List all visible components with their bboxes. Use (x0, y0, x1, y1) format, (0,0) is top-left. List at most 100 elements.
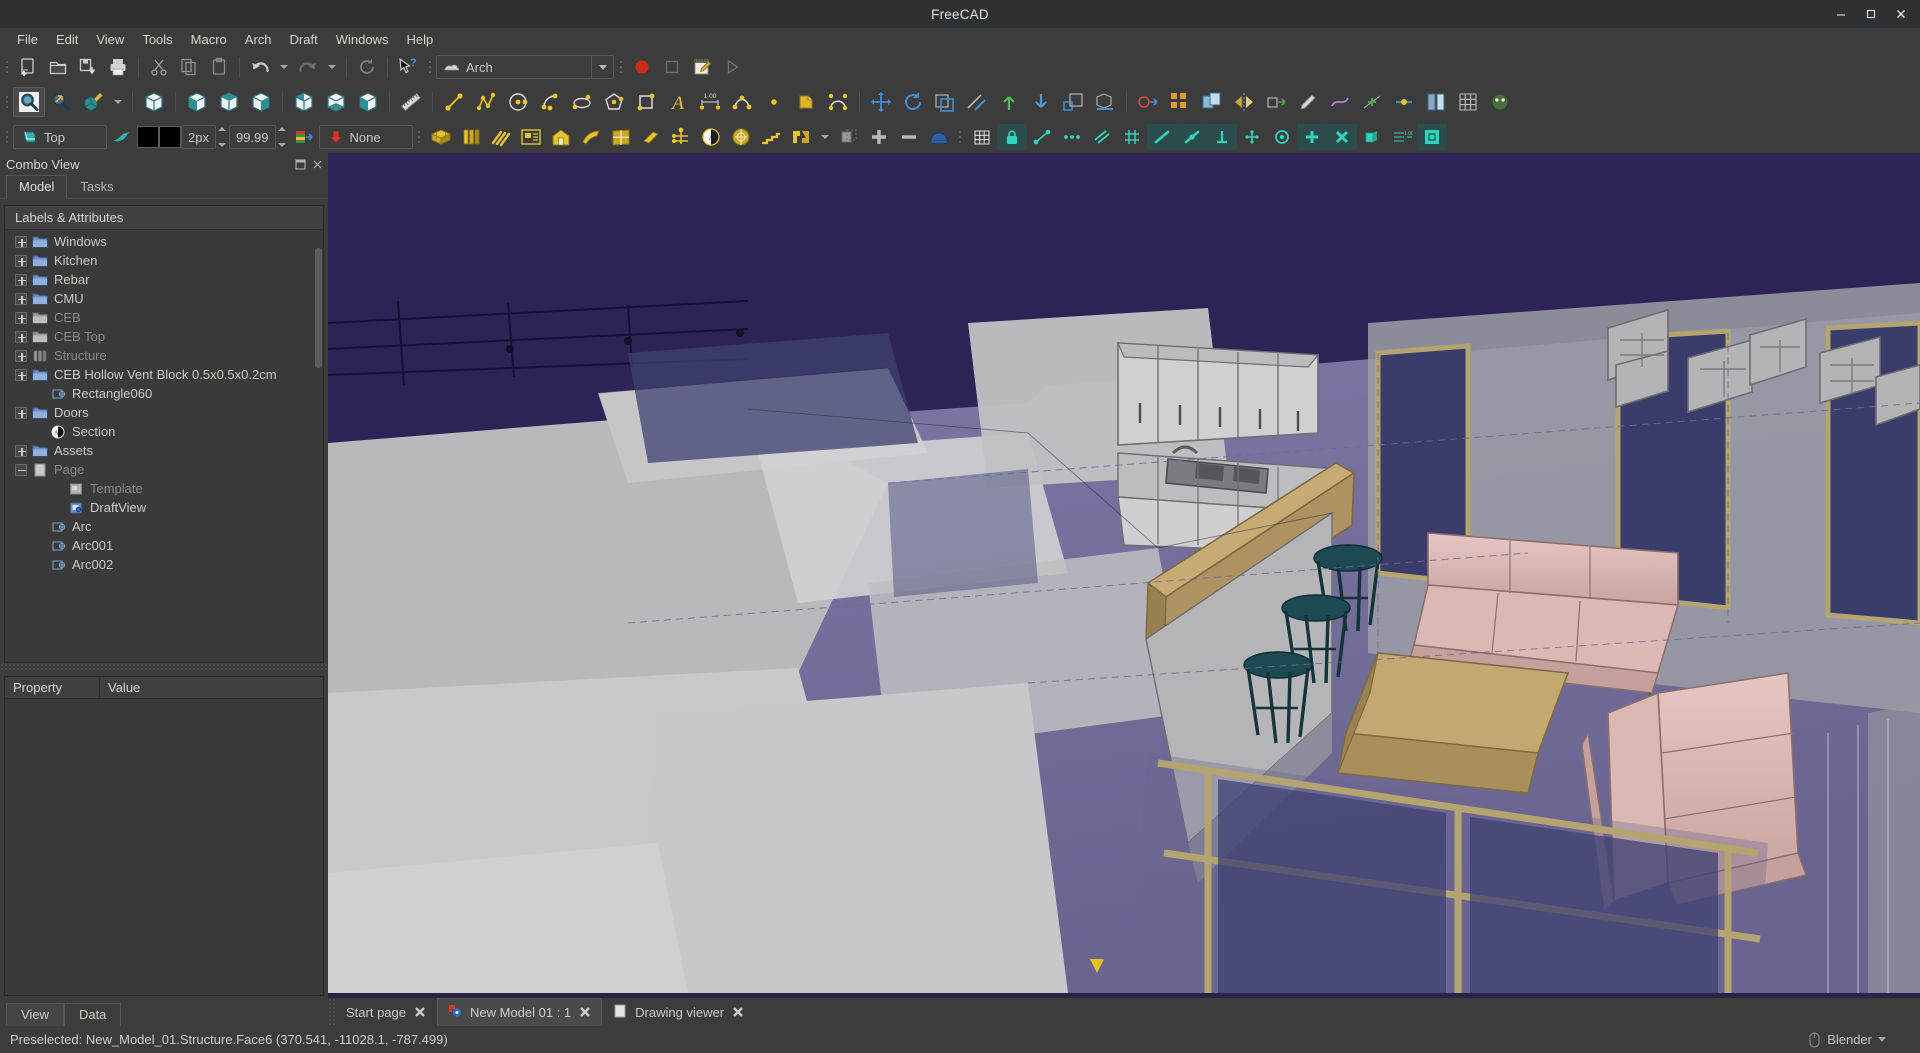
snap-working-plane-icon[interactable]: 1.00 (1387, 124, 1417, 150)
snap-dimensions-icon[interactable] (1357, 124, 1387, 150)
snap-angle-icon[interactable] (1177, 124, 1207, 150)
redo-dropdown-icon[interactable] (323, 54, 341, 80)
tree-item-arc002[interactable]: Arc002 (5, 555, 323, 574)
new-document-icon[interactable] (13, 54, 43, 80)
draft-shape2dview-icon[interactable] (1089, 87, 1121, 117)
arch-building-icon[interactable] (546, 124, 576, 150)
close-icon[interactable] (414, 1006, 426, 1018)
tree-item-draftview[interactable]: DraftView (5, 498, 323, 517)
tree-item-arc[interactable]: Arc (5, 517, 323, 536)
draft-rectangle-icon[interactable] (630, 87, 662, 117)
arch-add-icon[interactable] (864, 124, 894, 150)
snap-special-icon[interactable] (1327, 124, 1357, 150)
left-view-icon[interactable] (352, 87, 384, 117)
undo-dropdown-icon[interactable] (275, 54, 293, 80)
open-document-icon[interactable] (43, 54, 73, 80)
arch-structure-icon[interactable] (456, 124, 486, 150)
menu-help[interactable]: Help (397, 29, 442, 50)
draft-mirror-icon[interactable] (1228, 87, 1260, 117)
draft-trimex-icon[interactable] (961, 87, 993, 117)
expand-toggle-icon[interactable] (15, 312, 27, 324)
toolbar-grip-view[interactable] (2, 91, 11, 113)
expand-toggle-icon[interactable] (15, 274, 27, 286)
tree-item-ceb-top[interactable]: CEB Top (5, 327, 323, 346)
line-width-spinner[interactable] (216, 125, 229, 149)
macro-edit-icon[interactable] (687, 54, 717, 80)
draft-join-icon[interactable] (1388, 87, 1420, 117)
tree-item-section[interactable]: ASection (5, 422, 323, 441)
arch-roof-icon[interactable] (576, 124, 606, 150)
workbench-dropdown-icon[interactable] (591, 56, 613, 78)
draft-addpoint-icon[interactable] (1356, 87, 1388, 117)
tree-item-page[interactable]: Page (5, 460, 323, 479)
draft-clone-icon[interactable] (1196, 87, 1228, 117)
arch-rebar-icon[interactable] (486, 124, 516, 150)
toolbar-grip[interactable] (2, 56, 11, 78)
expand-toggle-icon[interactable] (15, 293, 27, 305)
whats-this-icon[interactable]: ? (393, 54, 423, 80)
draft-ellipse-icon[interactable] (566, 87, 598, 117)
draw-style-dropdown-icon[interactable] (109, 89, 127, 115)
tree-item-rebar[interactable]: Rebar (5, 270, 323, 289)
draft-upgrade-icon[interactable] (993, 87, 1025, 117)
expand-toggle-icon[interactable] (15, 255, 27, 267)
snap-parallel-icon[interactable] (1087, 124, 1117, 150)
close-icon[interactable] (1886, 0, 1916, 28)
draw-style-icon[interactable] (77, 87, 109, 117)
draft-wire2bspline-icon[interactable] (1324, 87, 1356, 117)
tree-item-template[interactable]: Template (5, 479, 323, 498)
close-dock-icon[interactable] (310, 157, 324, 171)
draft-polygon-icon[interactable] (598, 87, 630, 117)
tab-data[interactable]: Data (64, 1003, 121, 1026)
draft-offset-icon[interactable] (929, 87, 961, 117)
tree-item-structure[interactable]: Structure (5, 346, 323, 365)
arch-wall-icon[interactable] (426, 124, 456, 150)
toolbar-grip-arch[interactable] (415, 126, 424, 148)
arch-floor-icon[interactable] (516, 124, 546, 150)
expand-toggle-icon[interactable] (15, 331, 27, 343)
collapse-toggle-icon[interactable] (15, 464, 27, 476)
draft-split-icon[interactable] (1420, 87, 1452, 117)
tab-start-page[interactable]: Start page (335, 998, 437, 1026)
draft-snake-icon[interactable] (1484, 87, 1516, 117)
save-document-icon[interactable] (73, 54, 103, 80)
refresh-icon[interactable] (352, 54, 382, 80)
tree-scrollbar[interactable] (315, 248, 322, 368)
close-icon[interactable] (579, 1006, 591, 1018)
tree-item-kitchen[interactable]: Kitchen (5, 251, 323, 270)
draft-scale-icon[interactable] (1057, 87, 1089, 117)
draft-point-icon[interactable] (758, 87, 790, 117)
menu-macro[interactable]: Macro (182, 29, 236, 50)
menu-windows[interactable]: Windows (327, 29, 398, 50)
draft-dimension-icon[interactable]: 1.00 (694, 87, 726, 117)
macro-record-icon[interactable] (627, 54, 657, 80)
draft-edit-icon[interactable] (1292, 87, 1324, 117)
macro-stop-icon[interactable] (657, 54, 687, 80)
navigation-style-selector[interactable]: Blender (1808, 1032, 1886, 1048)
snap-ortho-icon[interactable] (1207, 124, 1237, 150)
arch-window-icon[interactable] (606, 124, 636, 150)
arch-panel-icon[interactable] (636, 124, 666, 150)
snap-grid-icon[interactable] (967, 124, 997, 150)
menu-file[interactable]: File (8, 29, 47, 50)
draft-array-icon[interactable] (1164, 87, 1196, 117)
tree-item-assets[interactable]: Assets (5, 441, 323, 460)
float-dock-icon[interactable] (293, 157, 307, 171)
toolbar-grip-workbench[interactable] (425, 56, 434, 78)
print-icon[interactable] (103, 54, 133, 80)
bottom-view-icon[interactable] (320, 87, 352, 117)
front-view-icon[interactable] (181, 87, 213, 117)
tabbar-grip[interactable] (328, 998, 335, 1026)
panel-splitter[interactable] (0, 663, 328, 670)
snap-perpendicular-icon[interactable] (1147, 124, 1177, 150)
3d-scene[interactable] (328, 153, 1920, 993)
arch-axis-icon[interactable] (666, 124, 696, 150)
draft-facebinder-icon[interactable] (790, 87, 822, 117)
tree-item-rectangle060[interactable]: Rectangle060 (5, 384, 323, 403)
fit-all-icon[interactable] (13, 87, 45, 117)
draft-circle-icon[interactable] (502, 87, 534, 117)
toolbar-grip-draft-settings[interactable] (2, 126, 11, 148)
draft-stretch-icon[interactable] (1260, 87, 1292, 117)
expand-toggle-icon[interactable] (15, 407, 27, 419)
autogroup-button[interactable]: None (319, 125, 413, 149)
